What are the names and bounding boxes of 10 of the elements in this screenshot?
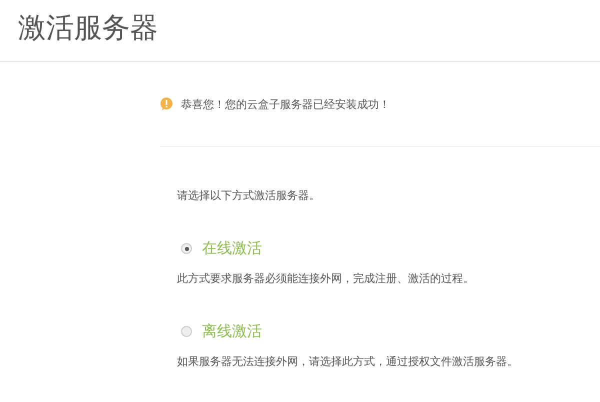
option-description: 此方式要求服务器必须能连接外网，完成注册、激活的过程。 bbox=[177, 272, 475, 286]
option-description: 如果服务器无法连接外网，请选择此方式，通过授权文件激活服务器。 bbox=[177, 355, 519, 369]
option-label[interactable]: 在线激活 bbox=[202, 239, 262, 258]
warning-icon bbox=[160, 97, 173, 111]
option-label[interactable]: 离线激活 bbox=[202, 322, 262, 341]
radio-button[interactable] bbox=[181, 326, 192, 337]
success-message: 恭喜您！您的云盒子服务器已经安装成功！ bbox=[181, 96, 390, 112]
radio-button[interactable] bbox=[181, 243, 192, 254]
page-title: 激活服务器 bbox=[18, 10, 159, 46]
instruction-text: 请选择以下方式激活服务器。 bbox=[177, 189, 321, 203]
